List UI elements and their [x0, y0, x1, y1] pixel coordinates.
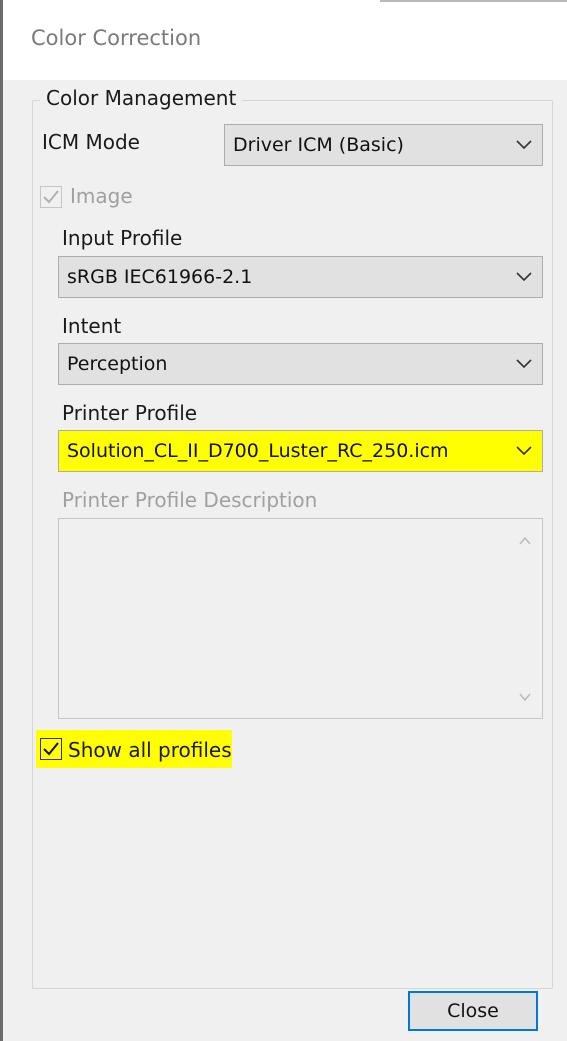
title-bar: Color Correction [3, 0, 567, 80]
image-checkbox[interactable] [40, 186, 62, 208]
intent-label: Intent [62, 314, 122, 338]
window-left-border [0, 0, 3, 1041]
printer-profile-select[interactable]: Solution_CL_II_D700_Luster_RC_250.icm [58, 430, 543, 472]
close-button[interactable]: Close [408, 991, 538, 1031]
scroll-up-icon[interactable] [517, 533, 533, 549]
image-checkbox-label: Image [70, 184, 133, 208]
window-title: Color Correction [31, 26, 202, 50]
printer-profile-value: Solution_CL_II_D700_Luster_RC_250.icm [67, 440, 449, 462]
printer-profile-label: Printer Profile [62, 401, 198, 425]
chevron-down-icon [516, 359, 532, 369]
printer-profile-description-label: Printer Profile Description [62, 488, 318, 512]
scroll-down-icon[interactable] [517, 689, 533, 705]
show-all-profiles-label: Show all profiles [68, 738, 232, 762]
window-top-edge [380, 0, 567, 2]
icm-mode-select[interactable]: Driver ICM (Basic) [224, 124, 543, 166]
intent-value: Perception [67, 353, 168, 375]
icm-mode-value: Driver ICM (Basic) [233, 134, 404, 156]
chevron-down-icon [516, 446, 532, 456]
input-profile-label: Input Profile [62, 226, 183, 250]
input-profile-value: sRGB IEC61966-2.1 [67, 266, 253, 288]
icm-mode-label: ICM Mode [42, 130, 140, 154]
input-profile-select[interactable]: sRGB IEC61966-2.1 [58, 256, 543, 298]
show-all-profiles-checkbox[interactable] [40, 738, 62, 760]
chevron-down-icon [516, 140, 532, 150]
color-management-group-title: Color Management [40, 86, 243, 110]
intent-select[interactable]: Perception [58, 343, 543, 385]
description-scrollbar[interactable] [508, 519, 542, 718]
printer-profile-description-field[interactable] [58, 518, 543, 719]
color-correction-dialog: Color Correction Color Management ICM Mo… [0, 0, 567, 1041]
chevron-down-icon [516, 272, 532, 282]
